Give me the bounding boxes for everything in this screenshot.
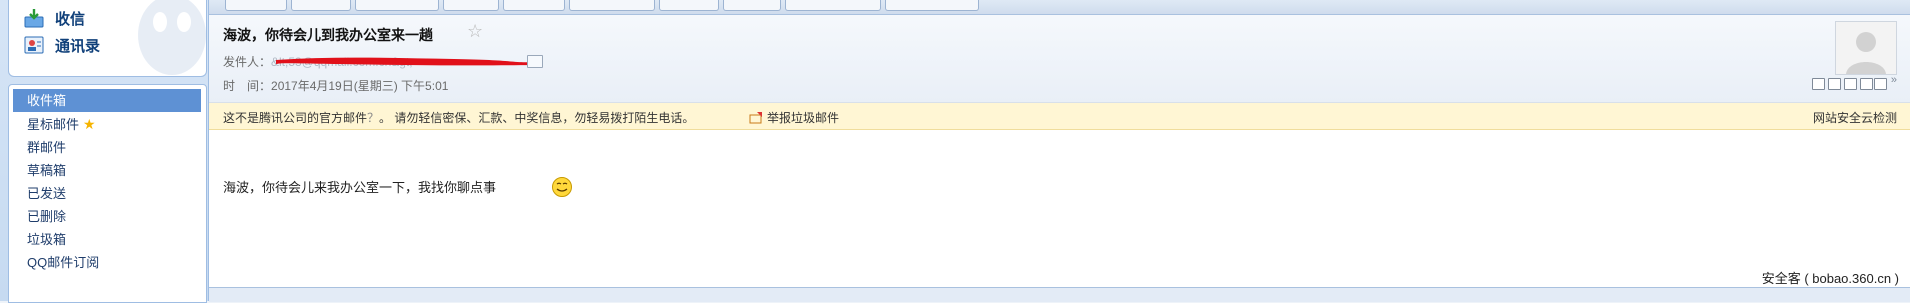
toolbar-button[interactable] [723, 0, 781, 11]
print-icon[interactable] [1860, 78, 1873, 90]
avatar[interactable] [1835, 21, 1897, 75]
folder-label: 星标邮件 [27, 117, 80, 132]
folder-starred[interactable]: 星标邮件 ★ [13, 113, 201, 136]
cloud-check-link[interactable]: 网站安全云检测 [1813, 109, 1897, 126]
folder-qq-subscriptions[interactable]: QQ邮件订阅 [13, 251, 201, 274]
toolbar-button[interactable] [443, 0, 499, 11]
toolbar-button[interactable] [291, 0, 351, 11]
folder-label: 收件箱 [27, 93, 67, 108]
receive-mail-button[interactable]: 收信 [23, 6, 85, 30]
contacts-label: 通讯录 [55, 37, 101, 55]
report-flag-icon [749, 111, 762, 123]
expand-more-icon[interactable]: » [1891, 74, 1897, 86]
mail-header: 海波，你待会儿到我办公室来一趟 ☆ 发件人：&lt;53@qqmail.com.… [209, 15, 1910, 103]
warning-message: 这不是腾讯公司的官方邮件 [223, 111, 368, 125]
contacts-icon [24, 36, 44, 54]
warning-text: 这不是腾讯公司的官方邮件？。 请勿轻信密保、汇款、中奖信息，勿轻易拨打陌生电话。 [223, 109, 694, 126]
mail-subject: 海波，你待会儿到我办公室来一趟 [223, 27, 433, 43]
toolbar-button[interactable] [503, 0, 565, 11]
mail-reader: 海波，你待会儿到我办公室来一趟 ☆ 发件人：&lt;53@qqmail.com.… [208, 0, 1910, 302]
folder-inbox[interactable]: 收件箱 [13, 89, 201, 112]
star-outline-icon[interactable]: ☆ [467, 21, 483, 42]
toolbar [209, 0, 1910, 15]
sender-label: 发件人： [223, 55, 272, 69]
mail-body: 海波，你待会儿来我办公室一下，我找你聊点事 [223, 180, 497, 195]
redaction-scribble [276, 57, 532, 66]
folder-label: 草稿箱 [27, 163, 67, 178]
toolbar-button[interactable] [885, 0, 979, 11]
quick-actions-panel: 收信 通讯录 [8, 0, 207, 77]
folder-deleted[interactable]: 已删除 [13, 205, 201, 228]
time-label: 时 间： [223, 79, 272, 93]
report-spam-link[interactable]: 举报垃圾邮件 [749, 109, 839, 126]
view-source-icon[interactable] [1828, 78, 1841, 90]
folder-spam[interactable]: 垃圾箱 [13, 228, 201, 251]
report-spam-label: 举报垃圾邮件 [767, 111, 840, 125]
new-window-icon[interactable] [1812, 78, 1825, 90]
folder-group-mail[interactable]: 群邮件 [13, 136, 201, 159]
toolbar-button[interactable] [569, 0, 655, 11]
smiley-emoji-icon [552, 177, 572, 197]
security-warning-bar: 这不是腾讯公司的官方邮件？。 请勿轻信密保、汇款、中奖信息，勿轻易拨打陌生电话。… [209, 103, 1910, 130]
toolbar-button[interactable] [355, 0, 439, 11]
toolbar-button[interactable] [659, 0, 719, 11]
save-icon[interactable] [1874, 78, 1887, 90]
site-watermark: 安全客 ( bobao.360.cn ) [1758, 268, 1902, 287]
time-line: 时 间：2017年4月19日(星期三) 下午5:01 [223, 77, 448, 94]
folder-list: 收件箱 星标邮件 ★ 群邮件 草稿箱 已发送 已删除 垃圾箱 QQ邮件订阅 [8, 84, 207, 303]
time-value: 2017年4月19日(星期三) 下午5:01 [271, 79, 449, 93]
folder-label: QQ邮件订阅 [27, 255, 100, 270]
bottom-toolbar [209, 287, 1910, 302]
receive-mail-label: 收信 [55, 10, 86, 28]
folder-label: 已发送 [27, 186, 67, 201]
qq-penguin-watermark-icon [138, 0, 206, 75]
receive-mail-icon [24, 9, 44, 28]
reader-mode-icon[interactable] [1844, 78, 1857, 90]
folder-label: 群邮件 [27, 140, 67, 155]
folder-label: 垃圾箱 [27, 232, 67, 247]
star-icon: ★ [83, 116, 96, 132]
folder-sent[interactable]: 已发送 [13, 182, 201, 205]
sidebar: 收信 通讯录 收件箱 星标邮件 ★ 群邮件 草稿箱 已发送 已删除 垃圾箱 QQ… [0, 0, 208, 303]
default-avatar-icon [1836, 22, 1896, 74]
folder-drafts[interactable]: 草稿箱 [13, 159, 201, 182]
warning-advice: 。 请勿轻信密保、汇款、中奖信息，勿轻易拨打陌生电话。 [379, 111, 695, 125]
contacts-button[interactable]: 通讯录 [23, 33, 100, 57]
folder-label: 已删除 [27, 209, 67, 224]
contact-card-icon[interactable] [527, 55, 543, 68]
toolbar-button[interactable] [785, 0, 881, 11]
help-icon[interactable]: ？ [367, 111, 379, 125]
toolbar-button[interactable] [225, 0, 287, 11]
